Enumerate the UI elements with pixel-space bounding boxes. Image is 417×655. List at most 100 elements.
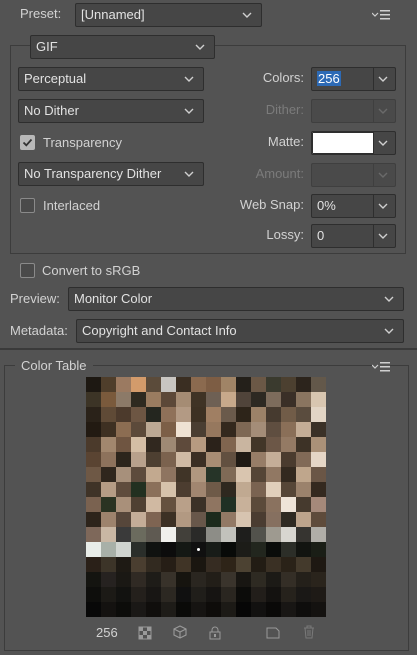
color-table-swatch[interactable] <box>221 527 236 542</box>
color-table-swatch[interactable] <box>161 572 176 587</box>
color-table-swatch[interactable] <box>176 512 191 527</box>
color-table-swatch[interactable] <box>131 392 146 407</box>
color-table-swatch[interactable] <box>116 542 131 557</box>
color-table-swatch[interactable] <box>86 602 101 617</box>
color-table-swatch[interactable] <box>101 602 116 617</box>
preset-menu-icon[interactable] <box>371 8 390 20</box>
color-table-swatch[interactable] <box>281 542 296 557</box>
color-table-swatch[interactable] <box>176 482 191 497</box>
color-table-swatch[interactable] <box>131 512 146 527</box>
color-table-swatch[interactable] <box>191 557 206 572</box>
color-table-swatch[interactable] <box>146 572 161 587</box>
color-table-swatch[interactable] <box>146 482 161 497</box>
color-table-swatch[interactable] <box>311 437 326 452</box>
color-table-swatch[interactable] <box>236 527 251 542</box>
color-table-swatch[interactable] <box>206 572 221 587</box>
color-table-swatch[interactable] <box>131 377 146 392</box>
color-table-swatch[interactable] <box>236 422 251 437</box>
trash-icon[interactable] <box>302 625 316 639</box>
color-table-swatch[interactable] <box>86 587 101 602</box>
color-table-swatch[interactable] <box>251 467 266 482</box>
color-table-swatch[interactable] <box>221 467 236 482</box>
color-table-swatch[interactable] <box>131 557 146 572</box>
color-table-swatch[interactable] <box>311 512 326 527</box>
color-table-swatch[interactable] <box>131 437 146 452</box>
color-table-swatch[interactable] <box>266 377 281 392</box>
convert-srgb-checkbox[interactable] <box>20 263 35 278</box>
color-table-swatch[interactable] <box>296 377 311 392</box>
color-table-swatch[interactable] <box>146 467 161 482</box>
color-table-swatch[interactable] <box>281 497 296 512</box>
color-table-swatch[interactable] <box>296 422 311 437</box>
color-table-swatch[interactable] <box>236 572 251 587</box>
color-table-swatch[interactable] <box>266 512 281 527</box>
color-table-swatch[interactable] <box>86 392 101 407</box>
color-table-swatch[interactable] <box>176 587 191 602</box>
color-table-swatch[interactable] <box>161 377 176 392</box>
color-table-swatch[interactable] <box>161 482 176 497</box>
color-table-swatch[interactable] <box>296 497 311 512</box>
color-table-swatch[interactable] <box>146 437 161 452</box>
color-table-swatch[interactable] <box>161 542 176 557</box>
color-table-swatch[interactable] <box>206 512 221 527</box>
color-table-swatch[interactable] <box>116 572 131 587</box>
color-table-swatch[interactable] <box>251 482 266 497</box>
color-table-swatch[interactable] <box>236 497 251 512</box>
color-table-swatch[interactable] <box>311 467 326 482</box>
color-table-swatch[interactable] <box>86 527 101 542</box>
color-table-swatch[interactable] <box>221 602 236 617</box>
color-table-swatch[interactable] <box>296 407 311 422</box>
color-table-swatch[interactable] <box>116 467 131 482</box>
color-table-swatch[interactable] <box>86 407 101 422</box>
color-table-swatch[interactable] <box>236 512 251 527</box>
color-table-swatch[interactable] <box>146 512 161 527</box>
color-table-swatch[interactable] <box>221 542 236 557</box>
color-table-swatch[interactable] <box>101 587 116 602</box>
color-table-swatch[interactable] <box>296 512 311 527</box>
transparency-dither-dropdown[interactable]: No Transparency Dither <box>18 162 204 186</box>
color-table-swatch[interactable] <box>266 587 281 602</box>
color-table-swatch[interactable] <box>191 572 206 587</box>
color-table-swatch[interactable] <box>221 407 236 422</box>
color-table-swatch[interactable] <box>146 587 161 602</box>
color-table-swatch[interactable] <box>281 437 296 452</box>
color-table-swatch[interactable] <box>266 467 281 482</box>
color-table-swatch[interactable] <box>101 542 116 557</box>
color-table-swatch[interactable] <box>251 437 266 452</box>
color-table-swatch[interactable] <box>86 542 101 557</box>
color-table-swatch[interactable] <box>131 422 146 437</box>
color-table-swatch[interactable] <box>86 572 101 587</box>
color-table-swatch[interactable] <box>146 407 161 422</box>
matte-field[interactable] <box>311 131 396 155</box>
color-table-swatch[interactable] <box>296 542 311 557</box>
color-table-swatch[interactable] <box>131 407 146 422</box>
color-table-swatch[interactable] <box>86 377 101 392</box>
color-table-swatch[interactable] <box>281 392 296 407</box>
color-table-swatch[interactable] <box>311 482 326 497</box>
color-table-swatch[interactable] <box>251 452 266 467</box>
color-table-swatch[interactable] <box>236 482 251 497</box>
color-table-swatch[interactable] <box>221 587 236 602</box>
color-table-swatch[interactable] <box>266 482 281 497</box>
color-table-swatch[interactable] <box>266 602 281 617</box>
color-table-swatch[interactable] <box>206 602 221 617</box>
color-table-swatch[interactable] <box>146 527 161 542</box>
color-table-swatch[interactable] <box>281 407 296 422</box>
color-table-swatch[interactable] <box>296 527 311 542</box>
color-table-swatch[interactable] <box>311 452 326 467</box>
color-table-swatch[interactable] <box>221 497 236 512</box>
color-table-swatch[interactable] <box>161 557 176 572</box>
color-table-swatch[interactable] <box>236 452 251 467</box>
color-table-swatch[interactable] <box>101 392 116 407</box>
color-table-swatch[interactable] <box>191 587 206 602</box>
color-table-swatch[interactable] <box>191 602 206 617</box>
color-table-swatch[interactable] <box>236 467 251 482</box>
color-table-swatch[interactable] <box>176 467 191 482</box>
color-table-swatch[interactable] <box>311 557 326 572</box>
color-table-swatch[interactable] <box>101 452 116 467</box>
color-table-swatch[interactable] <box>116 392 131 407</box>
color-table-swatch[interactable] <box>101 437 116 452</box>
color-table-swatch[interactable] <box>191 407 206 422</box>
color-table-swatch[interactable] <box>251 572 266 587</box>
color-table-swatch[interactable] <box>176 602 191 617</box>
